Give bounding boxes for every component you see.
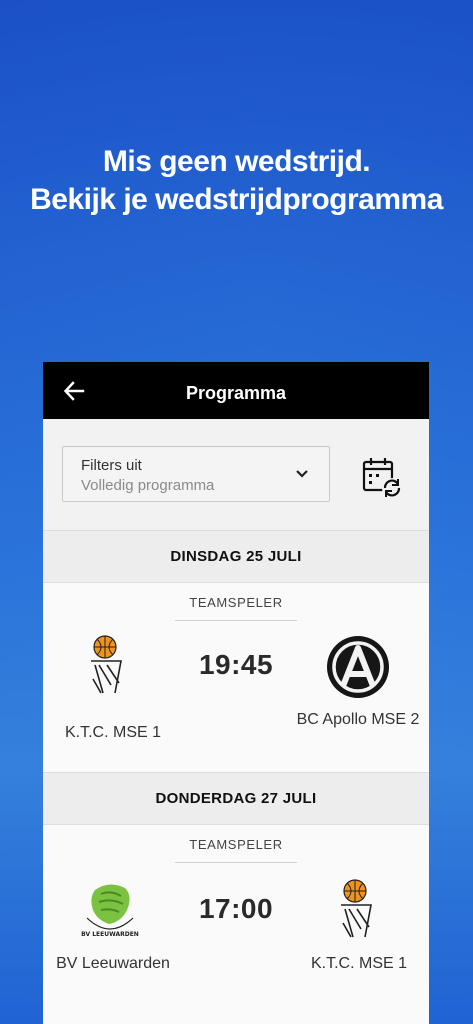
home-team-name: BV Leeuwarden [56,955,170,972]
headline-line-1: Mis geen wedstrijd. [102,145,371,178]
filter-area: Filters uit Volledig programma [43,419,429,530]
divider [175,620,297,621]
divider [175,862,297,863]
filter-label: Filters uit [81,457,142,474]
role-label: TEAMSPELER [189,837,283,852]
app-screen: Programma Filters uit Volledig programma… [43,362,429,1024]
away-team-name: BC Apollo MSE 2 [296,711,420,728]
date-header: DINSDAG 25 JULI [43,530,429,583]
promo-headline: Mis geen wedstrijd. Bekijk je wedstrijdp… [0,143,473,219]
app-bar: Programma [43,362,429,419]
role-label: TEAMSPELER [189,595,283,610]
page-title: Programma [185,383,287,403]
away-team-name: K.T.C. MSE 1 [310,955,408,972]
svg-text:BV LEEUWARDEN: BV LEEUWARDEN [81,931,139,938]
filter-dropdown[interactable]: Filters uit Volledig programma [62,446,330,502]
match-card[interactable]: TEAMSPELER 19:45 K.T.C. MSE 1 BC Apollo … [43,583,429,772]
headline-line-2: Bekijk je wedstrijdprogramma [30,183,443,216]
date-header: DONDERDAG 27 JULI [43,772,429,825]
apollo-logo-icon [327,636,389,698]
chevron-down-icon [296,470,308,478]
calendar-refresh-icon[interactable] [361,456,405,500]
filter-value: Volledig programma [81,477,215,494]
home-team-name: K.T.C. MSE 1 [64,724,162,741]
match-card[interactable]: TEAMSPELER BV LEEUWARDEN 17:00 BV Leeuwa… [43,825,429,1024]
ktc-logo-icon [341,879,372,938]
